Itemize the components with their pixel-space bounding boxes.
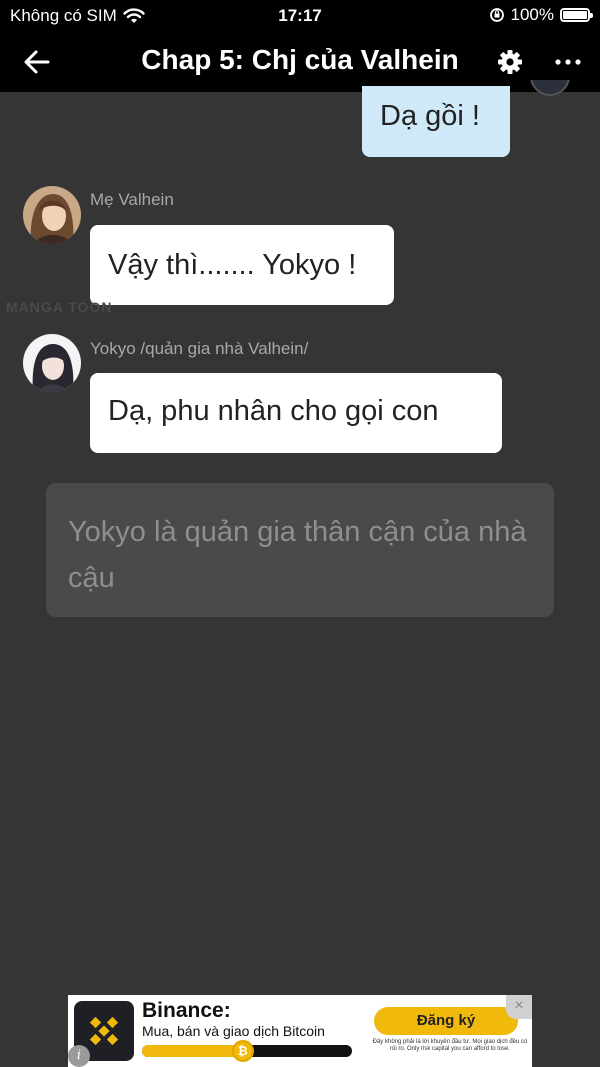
ad-disclaimer: Đây không phải là lời khuyên đầu tư. Mọi…: [372, 1039, 528, 1052]
narration-text: Yokyo là quản gia thân cận của nhà cậu: [68, 516, 527, 594]
narration-box: Yokyo là quản gia thân cận của nhà cậu: [46, 483, 554, 617]
watermark-text: MANGA TOON: [6, 299, 113, 315]
status-bar: Không có SIM 17:17 100%: [0, 0, 600, 32]
message-text: Vậy thì....... Yokyo !: [108, 249, 357, 281]
rotation-lock-icon: [489, 8, 504, 22]
bitcoin-icon: ₿: [231, 1040, 254, 1062]
sender-name: Yokyo /quản gia nhà Valhein/: [90, 339, 309, 358]
avatar-yokyo-image: [23, 334, 81, 392]
message-text: Dạ gồi !: [380, 100, 480, 132]
message-bubble: Dạ, phu nhân cho gọi con: [90, 373, 502, 453]
register-button[interactable]: Đăng ký: [374, 1007, 518, 1035]
partial-avatar: [530, 80, 570, 96]
ad-brand: Binance:: [142, 999, 231, 1022]
ad-progress-bar: ₿: [142, 1040, 352, 1062]
status-right: 100%: [489, 5, 593, 25]
close-icon[interactable]: ×: [506, 995, 532, 1019]
message-text: Dạ, phu nhân cho gọi con: [108, 395, 439, 427]
avatar-me-valhein-image: [23, 186, 81, 244]
more-icon[interactable]: [552, 48, 584, 76]
info-icon[interactable]: i: [68, 1045, 90, 1067]
sender-name: Mẹ Valhein: [90, 190, 174, 209]
message-bubble: Vậy thì....... Yokyo !: [90, 225, 394, 305]
self-message-bubble: Dạ gồi !: [362, 86, 510, 157]
ad-banner[interactable]: Binance: Mua, bán và giao dịch Bitcoin ₿…: [68, 995, 532, 1067]
avatar[interactable]: [23, 186, 81, 244]
battery-percent: 100%: [510, 5, 554, 24]
gear-icon[interactable]: [496, 48, 524, 76]
ad-description: Mua, bán và giao dịch Bitcoin: [142, 1023, 325, 1039]
nav-bar: Chap 5: Chj của Valhein: [0, 32, 600, 92]
ad-progress-fill: [142, 1045, 243, 1057]
battery-icon: [560, 8, 593, 22]
avatar[interactable]: [23, 334, 81, 392]
